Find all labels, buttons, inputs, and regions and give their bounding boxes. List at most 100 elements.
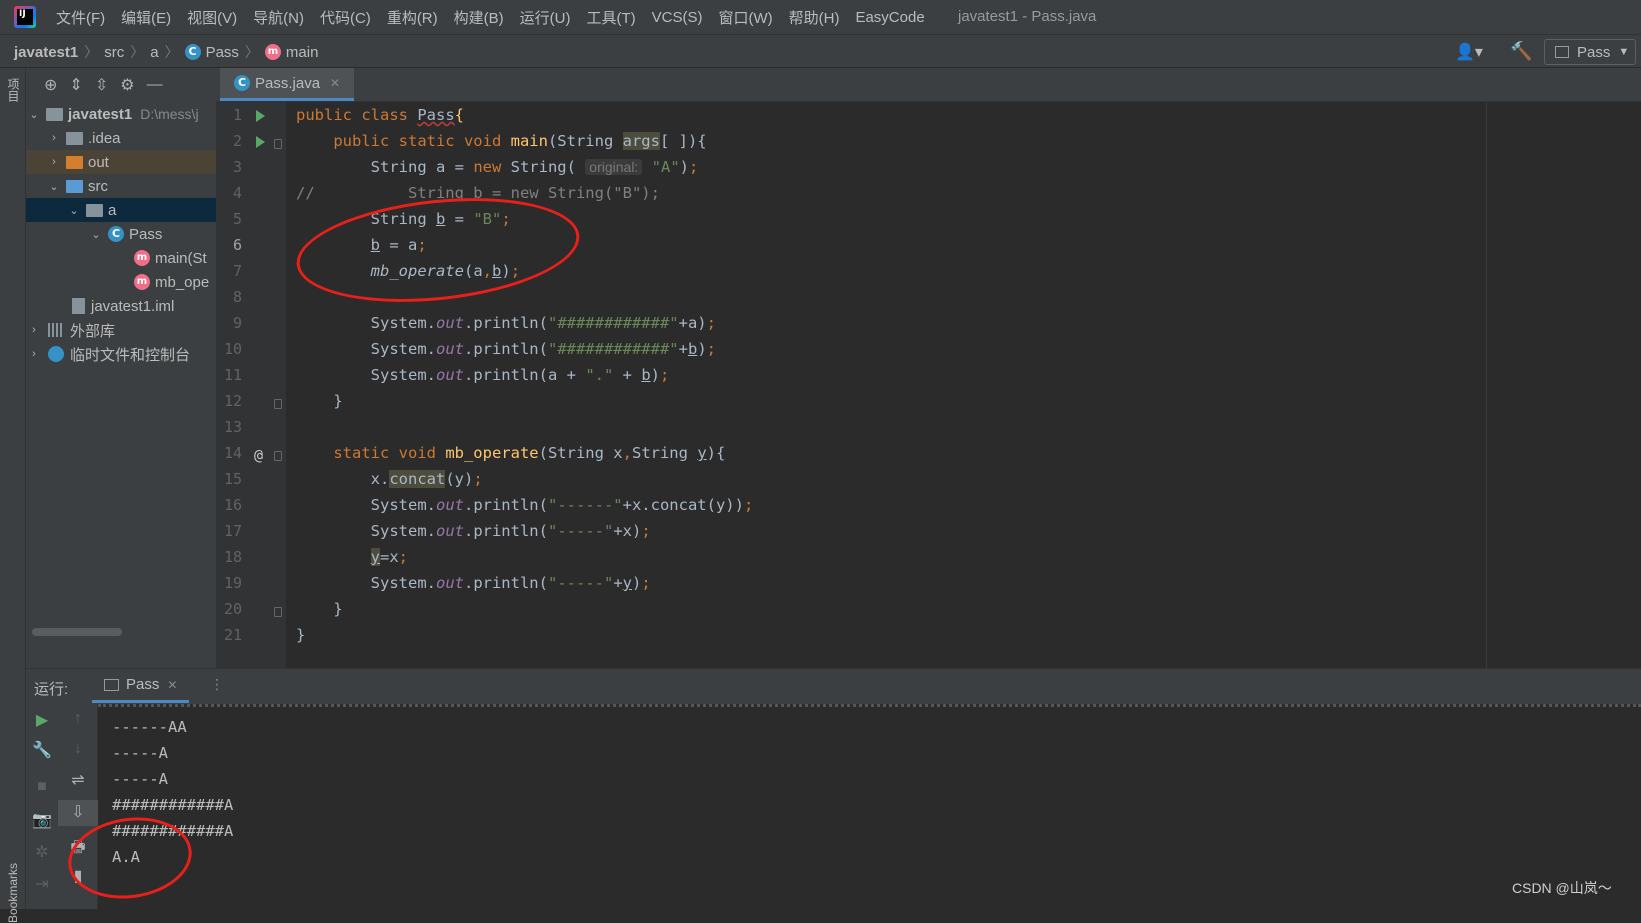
excluded-folder-icon [66, 155, 83, 169]
tree-item-label: out [88, 153, 109, 171]
menu-window[interactable]: 窗口(W) [710, 7, 780, 28]
close-icon[interactable]: ✕ [167, 678, 177, 692]
arrow-down-icon[interactable]: ↓ [58, 740, 98, 758]
project-tool-tab[interactable]: 项目 [4, 78, 22, 102]
fold-icon[interactable] [274, 607, 282, 617]
menu-run[interactable]: 运行(U) [512, 7, 579, 28]
tree-item-external-libraries[interactable]: › 外部库 [26, 318, 216, 342]
implements-icon[interactable]: @ [254, 446, 263, 464]
wrench-icon[interactable]: 🔧 [26, 740, 58, 760]
tab-pass-java[interactable]: C Pass.java ✕ [220, 68, 355, 101]
tree-item-method-mb-operate[interactable]: m mb_ope [26, 270, 216, 294]
collapse-all-icon[interactable]: ⇳ [95, 75, 108, 95]
code-editor[interactable]: public class Pass{ public static void ma… [286, 102, 1641, 668]
tree-item-method-main[interactable]: m main(St [26, 246, 216, 270]
tree-item-src[interactable]: ⌄ src [26, 174, 216, 198]
scroll-to-end-icon[interactable]: ⇩ [58, 800, 98, 826]
console-line: -----A [112, 770, 168, 788]
breadcrumb-package[interactable]: a [150, 44, 158, 61]
chevron-right-icon: 〉 [244, 44, 259, 60]
file-icon [72, 298, 85, 314]
chevron-down-icon: ⌄ [69, 204, 79, 217]
editor-gutter: 1 2 3 4 5 6 7 8 9 10 11 12 13 14 15 16 1… [216, 102, 286, 668]
code-line: static void mb_operate(String x,String y… [333, 444, 726, 462]
camera-icon[interactable]: 📷 [26, 810, 58, 830]
menu-help[interactable]: 帮助(H) [781, 7, 848, 28]
rerun-icon[interactable]: ▶ [26, 710, 58, 730]
line-number: 8 [232, 288, 242, 306]
menu-edit[interactable]: 编辑(E) [113, 7, 179, 28]
code-line: } [296, 392, 343, 410]
close-icon[interactable]: ✕ [330, 76, 340, 90]
locate-icon[interactable]: ⊕ [44, 75, 57, 95]
tree-item-project-root[interactable]: ⌄ javatest1 D:\mess\j [26, 102, 216, 126]
fold-icon[interactable] [274, 451, 282, 461]
navigation-bar: javatest1 〉 src 〉 a 〉 C Pass 〉 m main 👤▾… [0, 34, 1641, 68]
tree-item-label: Pass [129, 225, 163, 243]
method-icon: m [134, 274, 150, 290]
folder-icon [66, 131, 83, 145]
breadcrumb: javatest1 〉 src 〉 a 〉 C Pass 〉 m main [14, 35, 318, 69]
breadcrumb-project[interactable]: javatest1 [14, 44, 78, 61]
code-line: System.out.println("############"+b); [296, 340, 717, 358]
chevron-down-icon: ▼ [1618, 46, 1630, 58]
horizontal-scrollbar[interactable] [32, 628, 122, 636]
line-number: 4 [232, 184, 242, 202]
exit-icon[interactable]: ⇥ [26, 874, 58, 894]
run-icon[interactable] [256, 110, 265, 122]
tree-item-iml[interactable]: javatest1.iml [26, 294, 216, 318]
tree-item-scratches[interactable]: › 临时文件和控制台 [26, 342, 216, 366]
code-line: } [296, 626, 306, 644]
tree-item-package-a[interactable]: ⌄ a [26, 198, 216, 222]
user-icon[interactable]: 👤▾ [1455, 42, 1483, 62]
breadcrumb-class[interactable]: Pass [206, 44, 239, 61]
chevron-down-icon: ⌄ [49, 180, 59, 193]
line-number: 13 [223, 418, 242, 436]
tree-item-label: main(St [155, 249, 207, 267]
soft-wrap-icon[interactable]: ⇌ [58, 770, 98, 790]
menu-tools[interactable]: 工具(T) [578, 7, 643, 28]
menu-code[interactable]: 代码(C) [312, 7, 379, 28]
minimize-icon[interactable]: — [147, 76, 163, 94]
menu-bar: IJ 文件(F) 编辑(E) 视图(V) 导航(N) 代码(C) 重构(R) 构… [0, 0, 1641, 34]
chevron-down-icon: ⌄ [91, 228, 101, 241]
breadcrumb-src[interactable]: src [104, 44, 124, 61]
fold-icon[interactable] [274, 139, 282, 149]
tree-item-out[interactable]: › out [26, 150, 216, 174]
tree-item-path: D:\mess\j [140, 106, 199, 122]
menu-navigate[interactable]: 导航(N) [245, 7, 312, 28]
line-number: 9 [232, 314, 242, 332]
tree-item-idea[interactable]: › .idea [26, 126, 216, 150]
line-number: 15 [223, 470, 242, 488]
menu-easycode[interactable]: EasyCode [847, 9, 932, 26]
menu-view[interactable]: 视图(V) [179, 7, 245, 28]
tree-item-class-pass[interactable]: ⌄ C Pass [26, 222, 216, 246]
run-icon[interactable] [256, 136, 265, 148]
console-output[interactable]: ------AA -----A -----A ############A ###… [98, 704, 1641, 909]
menu-file[interactable]: 文件(F) [48, 7, 113, 28]
debug-icon[interactable]: ✲ [26, 842, 58, 862]
fold-icon[interactable] [274, 399, 282, 409]
class-icon: C [184, 44, 201, 60]
line-number: 11 [223, 366, 242, 384]
expand-all-icon[interactable]: ⇕ [69, 75, 82, 95]
more-options-icon[interactable]: ⋮ [210, 676, 224, 693]
gear-icon[interactable]: ⚙ [120, 75, 134, 95]
menu-vcs[interactable]: VCS(S) [644, 9, 711, 26]
breadcrumb-method[interactable]: main [286, 44, 319, 61]
menu-build[interactable]: 构建(B) [446, 7, 512, 28]
run-tab-pass[interactable]: Pass ✕ [92, 669, 190, 703]
line-number: 3 [232, 158, 242, 176]
package-icon [86, 203, 103, 217]
line-number: 12 [223, 392, 242, 410]
menu-refactor[interactable]: 重构(R) [379, 7, 446, 28]
arrow-up-icon[interactable]: ↑ [58, 710, 98, 728]
run-config-selector[interactable]: Pass ▼ [1544, 39, 1636, 65]
parameter-hint: original: [585, 159, 643, 175]
bookmarks-tool-tab[interactable]: Bookmarks [6, 863, 20, 923]
build-hammer-icon[interactable]: 🔨 [1510, 41, 1532, 62]
tree-item-label: javatest1.iml [91, 297, 175, 315]
chevron-down-icon: ⌄ [29, 108, 39, 121]
line-number: 16 [223, 496, 242, 514]
stop-icon[interactable]: ■ [26, 778, 58, 796]
